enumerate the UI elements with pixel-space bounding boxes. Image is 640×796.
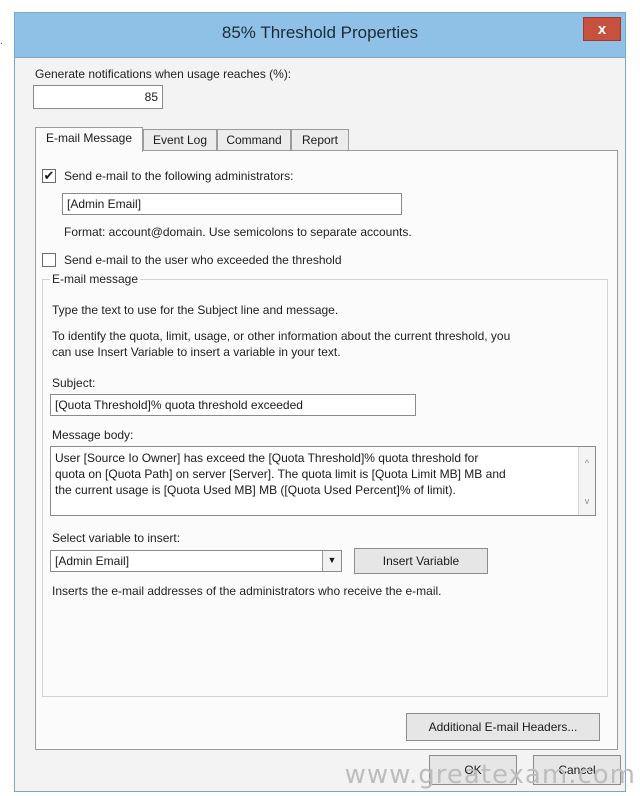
send-admin-label: Send e-mail to the following administrat… bbox=[64, 169, 294, 183]
send-user-checkbox[interactable] bbox=[42, 253, 56, 267]
send-user-label: Send e-mail to the user who exceeded the… bbox=[64, 253, 342, 267]
variable-label: Select variable to insert: bbox=[52, 531, 181, 545]
message-body-scrollbar[interactable]: ^ v bbox=[578, 447, 595, 515]
scroll-up-icon[interactable]: ^ bbox=[579, 455, 595, 471]
intro-text-line1: To identify the quota, limit, usage, or … bbox=[52, 329, 511, 343]
tab-report[interactable]: Report bbox=[291, 129, 349, 151]
intro-text: Type the text to use for the Subject lin… bbox=[52, 303, 339, 317]
window-title: 85% Threshold Properties bbox=[221, 23, 419, 42]
tab-event-log[interactable]: Event Log bbox=[143, 129, 217, 151]
message-body-textarea[interactable]: User [Source Io Owner] has exceed the [Q… bbox=[50, 446, 596, 516]
dropdown-arrow-icon[interactable]: ▼ bbox=[322, 551, 341, 571]
insert-variable-button[interactable]: Insert Variable bbox=[354, 548, 488, 574]
edge-mark: . bbox=[0, 36, 3, 47]
threshold-properties-dialog: 85% Threshold Properties x Generate noti… bbox=[14, 12, 626, 792]
scroll-down-icon[interactable]: v bbox=[579, 493, 595, 509]
message-body-line: User [Source Io Owner] has exceed the [Q… bbox=[55, 451, 479, 465]
email-message-panel: ✔ Send e-mail to the following administr… bbox=[35, 150, 618, 750]
subject-input[interactable]: [Quota Threshold]% quota threshold excee… bbox=[50, 394, 416, 416]
admin-email-input[interactable]: [Admin Email] bbox=[62, 193, 402, 215]
variable-dropdown-value: [Admin Email] bbox=[55, 554, 130, 568]
message-body-line: quota on [Quota Path] on server [Server]… bbox=[55, 467, 506, 481]
additional-headers-button[interactable]: Additional E-mail Headers... bbox=[406, 713, 600, 741]
send-admin-checkbox[interactable]: ✔ bbox=[42, 169, 56, 183]
threshold-label: Generate notifications when usage reache… bbox=[35, 67, 292, 81]
watermark: www.greatexam.com bbox=[344, 760, 636, 790]
email-message-group-label: E-mail message bbox=[50, 272, 141, 286]
subject-label: Subject: bbox=[52, 376, 96, 390]
threshold-input[interactable]: 85 bbox=[33, 85, 163, 109]
message-body-line: the current usage is [Quota Used MB] MB … bbox=[55, 483, 456, 497]
variable-description: Inserts the e-mail addresses of the admi… bbox=[52, 584, 442, 598]
variable-dropdown[interactable]: [Admin Email] ▼ bbox=[50, 550, 342, 572]
title-bar: 85% Threshold Properties x bbox=[15, 13, 625, 58]
close-button[interactable]: x bbox=[583, 17, 621, 41]
intro-text-line2: can use Insert Variable to insert a vari… bbox=[52, 345, 341, 359]
tab-command[interactable]: Command bbox=[217, 129, 291, 151]
tab-email-message[interactable]: E-mail Message bbox=[35, 127, 143, 152]
message-body-label: Message body: bbox=[52, 428, 134, 442]
email-format-hint: Format: account@domain. Use semicolons t… bbox=[64, 225, 412, 239]
